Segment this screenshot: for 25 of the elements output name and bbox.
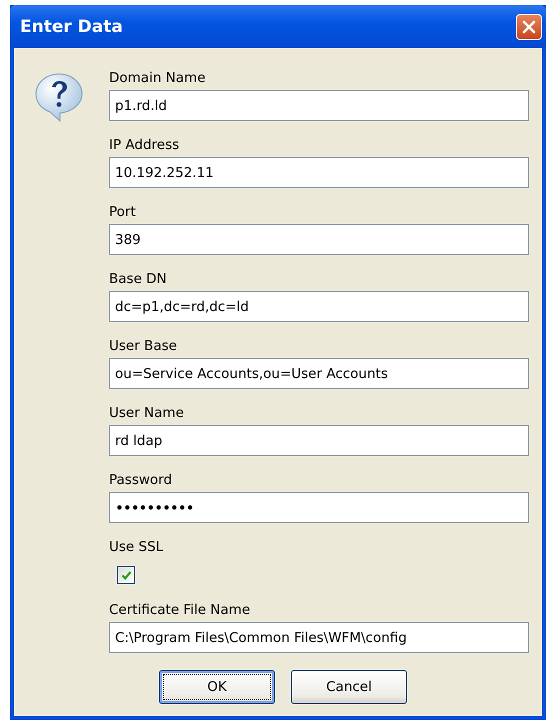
field-label: Certificate File Name [109, 601, 252, 620]
field-label: IP Address [109, 136, 180, 155]
input-field[interactable]: 389 [109, 224, 529, 255]
field-label: Port [109, 203, 137, 222]
input-field[interactable]: ou=Service Accounts,ou=User Accounts [109, 358, 529, 389]
input-field[interactable]: dc=p1,dc=rd,dc=ld [109, 291, 529, 322]
input-field[interactable]: C:\Program Files\Common Files\WFM\config [109, 622, 529, 653]
window-title: Enter Data [20, 16, 123, 36]
field-label: Password [109, 471, 174, 490]
dialog-button[interactable]: Cancel [291, 670, 407, 704]
field-label: Base DN [109, 270, 168, 289]
question-icon [33, 71, 85, 123]
close-icon [521, 18, 537, 34]
input-field[interactable]: 10.192.252.11 [109, 157, 529, 188]
close-button[interactable] [516, 14, 542, 40]
check-icon [120, 570, 132, 580]
input-field[interactable]: p1.rd.ld [109, 90, 529, 121]
dialog-button[interactable]: OK [159, 670, 275, 704]
field-label: Use SSL [109, 538, 164, 557]
field-label: User Name [109, 404, 185, 423]
field-label: Domain Name [109, 69, 207, 88]
checkbox[interactable] [117, 566, 135, 584]
field-label: User Base [109, 337, 178, 356]
password-field[interactable]: •••••••••• [109, 492, 529, 523]
input-field[interactable]: rd ldap [109, 425, 529, 456]
